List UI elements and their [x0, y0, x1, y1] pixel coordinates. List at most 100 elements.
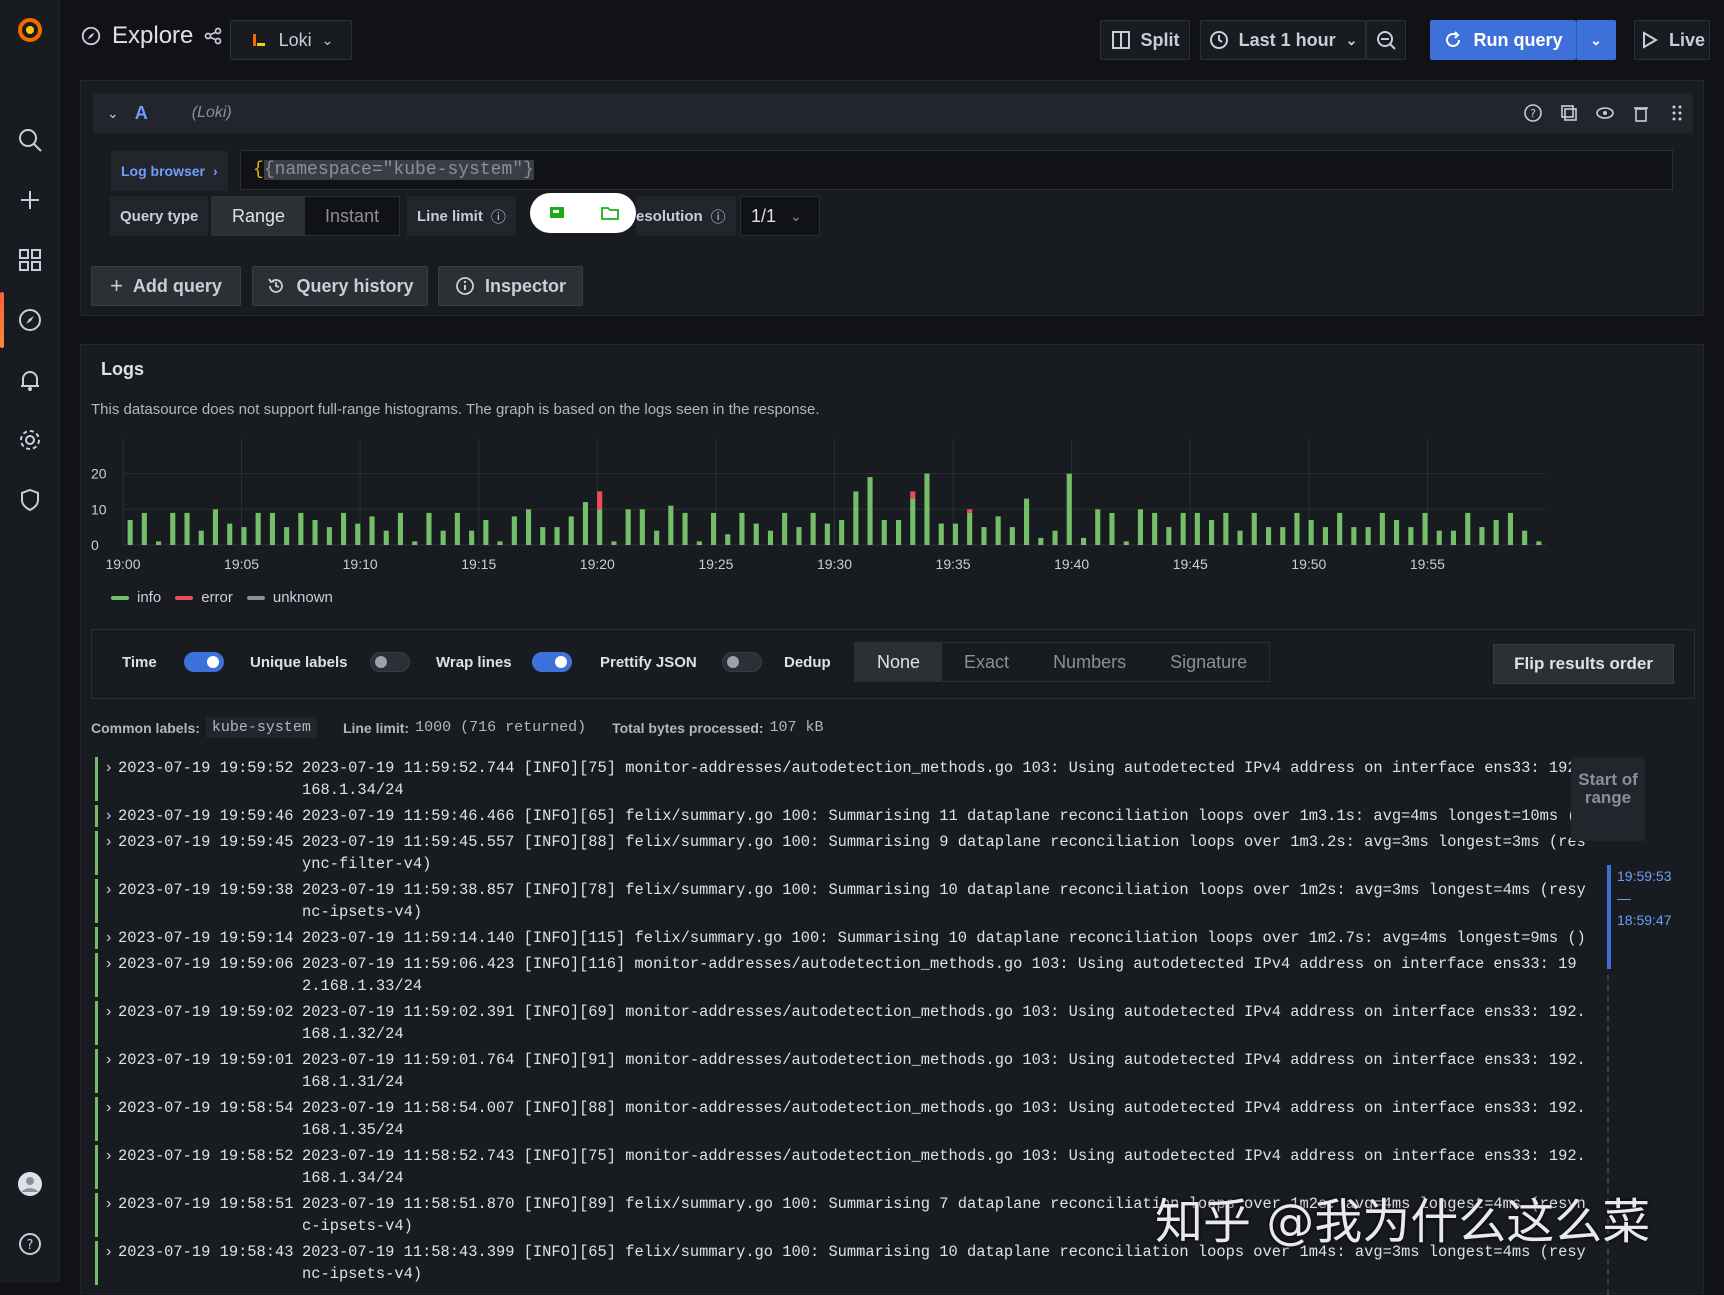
histogram-bar-error[interactable] — [910, 491, 916, 499]
histogram-bar-info[interactable] — [127, 520, 133, 545]
flag-icon[interactable] — [547, 203, 567, 223]
resolution-select[interactable]: 1/1 ⌄ — [740, 196, 820, 236]
histogram-bar-info[interactable] — [1379, 512, 1385, 545]
histogram-bar-info[interactable] — [1024, 498, 1030, 545]
histogram-bar-info[interactable] — [839, 520, 845, 545]
expand-chevron-icon[interactable]: › — [104, 1001, 118, 1045]
expand-chevron-icon[interactable]: › — [104, 953, 118, 997]
expand-chevron-icon[interactable]: › — [104, 831, 118, 875]
histogram-bar-info[interactable] — [1223, 512, 1229, 545]
histogram-bar-info[interactable] — [824, 523, 830, 545]
histogram-bar-info[interactable] — [654, 530, 660, 545]
histogram-bar-info[interactable] — [938, 523, 944, 545]
expand-chevron-icon[interactable]: › — [104, 805, 118, 827]
histogram-bar-info[interactable] — [341, 512, 347, 545]
histogram-bar-info[interactable] — [312, 520, 318, 545]
help-icon[interactable]: ? — [1523, 103, 1543, 123]
legend-item-info[interactable]: info — [111, 589, 161, 606]
histogram-bar-info[interactable] — [298, 512, 304, 545]
histogram-bar-info[interactable] — [440, 530, 446, 545]
histogram-bar-info[interactable] — [554, 527, 560, 545]
histogram-bar-info[interactable] — [853, 491, 859, 545]
histogram-bar-info[interactable] — [796, 527, 802, 545]
histogram-bar-info[interactable] — [269, 512, 275, 545]
histogram-bar-info[interactable] — [1095, 509, 1101, 545]
histogram-bar-info[interactable] — [1436, 530, 1442, 545]
histogram-bar-info[interactable] — [682, 512, 688, 545]
histogram-bar-info[interactable] — [625, 509, 631, 545]
dedup-strategy-toggle[interactable]: None Exact Numbers Signature — [854, 642, 1271, 682]
log-row[interactable]: › 2023-07-19 19:59:45 2023-07-19 11:59:45.… — [95, 831, 1595, 875]
log-row[interactable]: › 2023-07-19 19:59:01 2023-07-19 11:59:01.… — [95, 1049, 1595, 1093]
log-row[interactable]: › 2023-07-19 19:59:38 2023-07-19 11:59:38.… — [95, 879, 1595, 923]
query-type-range[interactable]: Range — [212, 197, 306, 235]
share-icon[interactable] — [203, 26, 223, 46]
histogram-bar-info[interactable] — [483, 520, 489, 545]
create-plus-icon[interactable] — [0, 180, 60, 220]
histogram-bar-info[interactable] — [568, 516, 574, 545]
histogram-bar-info[interactable] — [1180, 512, 1186, 545]
eye-icon[interactable] — [1595, 103, 1615, 123]
collapse-chevron-icon[interactable]: ⌄ — [107, 105, 119, 122]
histogram-bar-info[interactable] — [782, 512, 788, 545]
unique-labels-toggle[interactable] — [370, 652, 410, 672]
histogram-bar-info[interactable] — [540, 527, 546, 545]
time-toggle[interactable] — [184, 652, 224, 672]
histogram-bar-error[interactable] — [967, 509, 973, 513]
histogram-bar-info[interactable] — [1450, 530, 1456, 545]
time-range-picker[interactable]: Last 1 hour ⌄ — [1200, 20, 1366, 60]
start-of-range-button[interactable]: Start of range — [1571, 757, 1645, 841]
histogram-bar-info[interactable] — [1394, 520, 1400, 545]
histogram-bar-info[interactable] — [1365, 527, 1371, 545]
histogram-bar-info[interactable] — [1337, 512, 1343, 545]
histogram-bar-info[interactable] — [526, 509, 532, 545]
histogram-bar-info[interactable] — [1280, 527, 1286, 545]
histogram-bar-info[interactable] — [426, 512, 432, 545]
histogram-bar-error[interactable] — [597, 491, 603, 510]
histogram-bar-info[interactable] — [1465, 512, 1471, 545]
histogram-bar-info[interactable] — [1038, 537, 1044, 545]
histogram-bar-info[interactable] — [383, 530, 389, 545]
help-icon[interactable]: ? — [0, 1224, 60, 1264]
query-type-toggle[interactable]: Range Instant — [211, 196, 401, 236]
histogram-bar-info[interactable] — [1109, 512, 1115, 545]
expand-chevron-icon[interactable]: › — [104, 1145, 118, 1189]
expand-chevron-icon[interactable]: › — [104, 1049, 118, 1093]
user-avatar[interactable] — [0, 1164, 60, 1204]
histogram-bar-info[interactable] — [1507, 512, 1513, 545]
histogram-bar-info[interactable] — [725, 534, 731, 545]
histogram-bar-info[interactable] — [582, 502, 588, 545]
explore-compass-icon[interactable] — [0, 300, 60, 340]
folder-icon[interactable] — [600, 203, 620, 223]
log-row[interactable]: › 2023-07-19 19:59:46 2023-07-19 11:59:46.… — [95, 805, 1595, 827]
expand-chevron-icon[interactable]: › — [104, 1097, 118, 1141]
grafana-logo-icon[interactable] — [0, 10, 60, 50]
histogram-bar-info[interactable] — [739, 512, 745, 545]
live-button[interactable]: Live — [1634, 20, 1710, 60]
histogram-bar-info[interactable] — [241, 527, 247, 545]
histogram-bar-info[interactable] — [1066, 473, 1072, 545]
histogram-bar-info[interactable] — [212, 509, 218, 545]
log-range-indicator[interactable]: 19:59:53 — 18:59:47 — [1607, 865, 1683, 969]
histogram-bar-info[interactable] — [767, 530, 773, 545]
histogram-bar-info[interactable] — [454, 512, 460, 545]
log-row[interactable]: › 2023-07-19 19:59:14 2023-07-19 11:59:14.… — [95, 927, 1595, 949]
histogram-bar-info[interactable] — [753, 523, 759, 545]
histogram-bar-info[interactable] — [639, 509, 645, 545]
run-query-interval-dropdown[interactable]: ⌄ — [1576, 20, 1616, 60]
histogram-bar-info[interactable] — [1009, 527, 1015, 545]
log-row[interactable]: › 2023-07-19 19:59:02 2023-07-19 11:59:02.… — [95, 1001, 1595, 1045]
inspector-button[interactable]: Inspector — [438, 266, 583, 306]
histogram-bar-info[interactable] — [597, 509, 603, 545]
histogram-bar-info[interactable] — [952, 523, 958, 545]
histogram-bar-info[interactable] — [1294, 512, 1300, 545]
add-query-button[interactable]: + Add query — [91, 266, 241, 306]
histogram-bar-info[interactable] — [1266, 527, 1272, 545]
logs-volume-histogram[interactable]: 0 10 20 19:00 19:05 19:10 19:15 19:20 19:25 19:30… — [81, 435, 1701, 585]
histogram-bar-info[interactable] — [1536, 541, 1542, 545]
flip-results-order-button[interactable]: Flip results order — [1493, 644, 1674, 684]
alerting-bell-icon[interactable] — [0, 360, 60, 400]
histogram-bar-info[interactable] — [881, 520, 887, 545]
histogram-bar-info[interactable] — [611, 541, 617, 545]
histogram-bar-info[interactable] — [924, 473, 930, 545]
